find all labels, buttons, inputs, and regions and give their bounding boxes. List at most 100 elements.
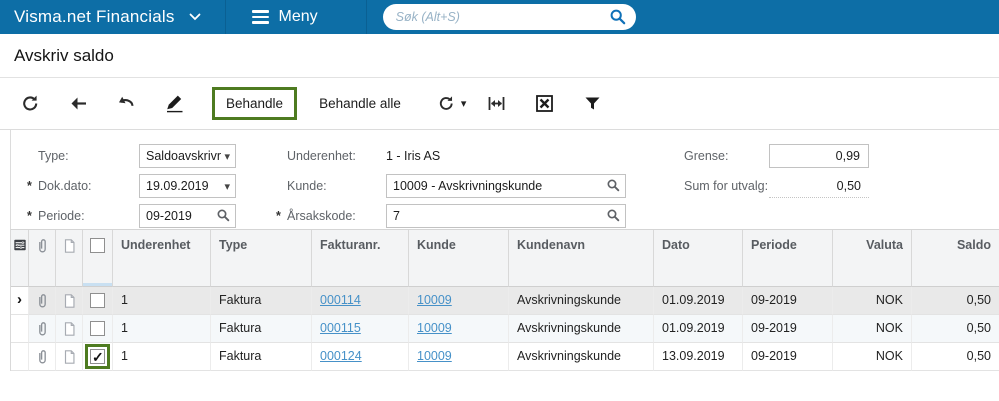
cell-periode: 09-2019 [743, 287, 833, 315]
kunde-link[interactable]: 10009 [417, 321, 452, 335]
filter-button[interactable] [582, 93, 603, 114]
lookup-icon[interactable] [606, 178, 621, 193]
row-checkbox[interactable] [90, 293, 105, 308]
undo-icon[interactable] [116, 93, 137, 114]
page-content: Type: Saldoavskrivr ▾ * Dok.dato: 19.09.2… [10, 130, 999, 371]
grense-input[interactable]: 0,99 [769, 144, 869, 168]
required-mark: * [27, 209, 32, 223]
grid-settings-icon[interactable] [11, 230, 29, 287]
fakturanr-link[interactable]: 000124 [320, 349, 362, 363]
kunde-label: Kunde: [287, 179, 327, 193]
toolbar: Behandle Behandle alle ▾ [0, 78, 999, 130]
notes-column-header[interactable] [56, 230, 83, 287]
hamburger-icon [251, 10, 269, 24]
required-mark: * [276, 209, 281, 223]
note-icon[interactable] [56, 343, 83, 371]
fakturanr-link[interactable]: 000115 [320, 321, 361, 335]
grid-refresh-dropdown[interactable]: ▾ [437, 94, 467, 113]
cell-valuta: NOK [833, 315, 912, 343]
cell-saldo: 0,50 [912, 287, 999, 315]
dok-dato-field[interactable]: 19.09.2019 ▾ [139, 174, 236, 198]
column-header-saldo[interactable]: Saldo [912, 230, 999, 287]
periode-field[interactable]: 09-2019 [139, 204, 236, 228]
refresh-button[interactable] [20, 93, 41, 114]
note-icon[interactable] [56, 315, 83, 343]
search-input[interactable] [395, 10, 606, 24]
cell-underenhet: 1 [113, 315, 211, 343]
column-header-type[interactable]: Type [211, 230, 312, 287]
select-all-checkbox[interactable] [83, 230, 113, 287]
cell-periode: 09-2019 [743, 315, 833, 343]
column-header-kunde[interactable]: Kunde [409, 230, 509, 287]
edit-pencil-icon[interactable] [164, 93, 185, 114]
attachments-column-header[interactable] [29, 230, 56, 287]
back-button[interactable] [68, 93, 89, 114]
cell-periode: 09-2019 [743, 343, 833, 371]
grense-label: Grense: [684, 149, 729, 163]
required-mark: * [27, 179, 32, 193]
column-header-underenhet[interactable]: Underenhet [113, 230, 211, 287]
row-checkbox[interactable] [90, 344, 105, 370]
chevron-down-icon[interactable]: ▾ [224, 176, 230, 198]
row-checkbox[interactable] [90, 321, 105, 336]
column-header-dato[interactable]: Dato [654, 230, 743, 287]
behandle-annotation-box: Behandle [212, 87, 298, 120]
paperclip-icon[interactable] [29, 315, 56, 343]
note-icon[interactable] [56, 287, 83, 315]
cell-type: Faktura [211, 287, 312, 315]
behandle-button[interactable]: Behandle [217, 92, 293, 115]
arsakskode-field[interactable]: 7 [386, 204, 626, 228]
sum-for-utvalg-value: 0,50 [769, 174, 869, 198]
menu-label: Meny [278, 8, 318, 25]
grid-header-row: Underenhet Type Fakturanr. Kunde Kundena… [11, 230, 999, 287]
cell-underenhet: 1 [113, 343, 211, 371]
cell-kundenavn: Avskrivningskunde [509, 287, 654, 315]
results-grid: Underenhet Type Fakturanr. Kunde Kundena… [10, 229, 999, 371]
cell-saldo: 0,50 [912, 343, 999, 371]
table-row[interactable]: 1 Faktura 000115 10009 Avskrivningskunde… [11, 315, 999, 343]
filter-panel: Type: Saldoavskrivr ▾ * Dok.dato: 19.09.2… [10, 130, 999, 229]
checkbox-annotation-box [85, 344, 110, 370]
global-search[interactable] [382, 4, 636, 30]
row-pointer: › [11, 287, 29, 315]
fakturanr-link[interactable]: 000114 [320, 293, 361, 307]
search-icon[interactable] [609, 8, 627, 26]
app-title: Visma.net Financials [14, 7, 175, 26]
column-header-fakturanr[interactable]: Fakturanr. [312, 230, 409, 287]
header-checkbox[interactable] [90, 238, 105, 253]
paperclip-icon[interactable] [29, 287, 56, 315]
kunde-field[interactable]: 10009 - Avskrivningskunde [386, 174, 626, 198]
cell-underenhet: 1 [113, 287, 211, 315]
app-switcher[interactable]: Visma.net Financials [0, 0, 225, 34]
paperclip-icon[interactable] [29, 343, 56, 371]
cell-kundenavn: Avskrivningskunde [509, 315, 654, 343]
cell-valuta: NOK [833, 287, 912, 315]
kunde-link[interactable]: 10009 [417, 349, 452, 363]
top-navigation-bar: Visma.net Financials Meny [0, 0, 999, 34]
cell-type: Faktura [211, 343, 312, 371]
table-row[interactable]: 1 Faktura 000124 10009 Avskrivningskunde… [11, 343, 999, 371]
export-to-excel-button[interactable] [534, 93, 555, 114]
column-header-kundenavn[interactable]: Kundenavn [509, 230, 654, 287]
cell-dato: 13.09.2019 [654, 343, 743, 371]
type-select[interactable]: Saldoavskrivr ▾ [139, 144, 236, 168]
cell-dato: 01.09.2019 [654, 287, 743, 315]
behandle-alle-button[interactable]: Behandle alle [313, 92, 407, 115]
menu-button[interactable]: Meny [226, 0, 366, 34]
chevron-down-icon [189, 13, 201, 21]
periode-label: * Periode: [27, 204, 85, 228]
cell-valuta: NOK [833, 343, 912, 371]
arsakskode-label: * Årsakskode: [276, 204, 356, 228]
column-header-periode[interactable]: Periode [743, 230, 833, 287]
fit-width-button[interactable] [486, 93, 507, 114]
column-header-valuta[interactable]: Valuta [833, 230, 912, 287]
chevron-down-icon: ▾ [460, 98, 467, 110]
kunde-link[interactable]: 10009 [417, 293, 452, 307]
cell-kundenavn: Avskrivningskunde [509, 343, 654, 371]
table-row[interactable]: › 1 Faktura 000114 10009 Avskrivningskun… [11, 287, 999, 315]
lookup-icon[interactable] [216, 208, 231, 223]
sum-for-utvalg-label: Sum for utvalg: [684, 179, 769, 193]
chevron-down-icon[interactable]: ▾ [224, 146, 230, 168]
lookup-icon[interactable] [606, 208, 621, 223]
page-title: Avskriv saldo [14, 45, 114, 65]
